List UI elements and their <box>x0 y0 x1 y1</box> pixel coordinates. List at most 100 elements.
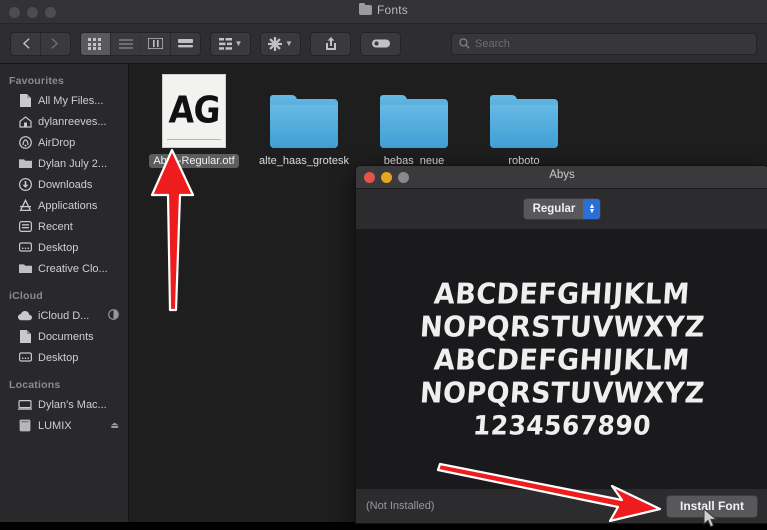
font-preview-toolbar: Regular ▲ ▼ <box>356 189 767 230</box>
sidebar-item-label: Recent <box>38 220 73 233</box>
mouse-pointer-cursor <box>703 508 718 528</box>
list-view-button[interactable] <box>111 32 141 55</box>
font-preview-titlebar: Abys <box>356 166 767 189</box>
sidebar-item-label: Downloads <box>38 178 93 191</box>
sidebar-item-label: AirDrop <box>38 136 76 149</box>
back-button[interactable] <box>11 32 41 55</box>
tag-button[interactable] <box>360 31 401 56</box>
font-style-value: Regular <box>532 203 576 215</box>
font-thumb-text: AG <box>167 87 221 131</box>
specimen-line: NOPQRSTUVWXYZ <box>418 310 706 344</box>
progress-icon <box>108 309 119 322</box>
desktop-icon <box>18 351 32 365</box>
finder-window-title: Fonts <box>0 2 767 17</box>
file-icon-wrap <box>490 76 558 148</box>
sidebar-item-creative-cloud[interactable]: Creative Clo... <box>0 258 128 279</box>
file-grid: AG Abys-Regular.otf alte_haas_grotesk be… <box>139 74 767 168</box>
sidebar-item-dylan-july[interactable]: Dylan July 2... <box>0 153 128 174</box>
sidebar-item-lumix[interactable]: LUMIX ⏏ <box>0 415 128 436</box>
font-file-icon: AG <box>162 74 226 148</box>
computer-icon <box>18 398 32 412</box>
finder-toolbar: ▼ ▼ Search <box>0 24 767 64</box>
navigation-buttons <box>10 31 71 56</box>
sidebar-item-applications[interactable]: Applications <box>0 195 128 216</box>
search-placeholder: Search <box>475 37 510 50</box>
folder-icon <box>490 95 558 148</box>
folder-icon <box>18 157 32 171</box>
finder-title-text: Fonts <box>376 3 408 17</box>
sidebar-item-label: LUMIX <box>38 419 72 432</box>
specimen-line: NOPQRSTUVWXYZ <box>418 376 706 410</box>
sidebar-item-dylans-mac[interactable]: Dylan's Mac... <box>0 394 128 415</box>
finder-sidebar: Favourites All My Files... dylanreeves..… <box>0 64 129 522</box>
install-status-text: (Not Installed) <box>366 500 435 512</box>
desktop-icon <box>18 241 32 255</box>
font-preview-title: Abys <box>549 169 575 181</box>
icloud-icon <box>18 309 32 323</box>
file-name-label[interactable]: Abys-Regular.otf <box>149 154 239 168</box>
sidebar-item-desktop[interactable]: Desktop <box>0 237 128 258</box>
action-menu-button[interactable]: ▼ <box>260 31 301 56</box>
sidebar-section-icloud-header: iCloud <box>9 290 43 302</box>
file-item-bebas-neue[interactable]: bebas_neue <box>359 76 469 168</box>
coverflow-view-button[interactable] <box>171 33 200 55</box>
document-icon <box>18 94 32 108</box>
sidebar-item-icloud-drive[interactable]: iCloud D... <box>0 305 128 326</box>
font-specimen: ABCDEFGHIJKLM NOPQRSTUVWXYZ ABCDEFGHIJKL… <box>356 230 767 488</box>
search-icon <box>459 38 470 49</box>
font-preview-window: Abys Regular ▲ ▼ ABCDEFGHIJKLM NOPQRSTUVW… <box>355 165 767 524</box>
folder-icon <box>270 95 338 148</box>
sidebar-item-all-my-files[interactable]: All My Files... <box>0 90 128 111</box>
downloads-icon <box>18 178 32 192</box>
home-icon <box>18 115 32 129</box>
up-down-chevron-icon[interactable]: ▲ ▼ <box>583 199 601 219</box>
documents-icon <box>18 330 32 344</box>
sidebar-item-label: Documents <box>38 330 94 343</box>
file-icon-wrap <box>270 76 338 148</box>
recent-icon <box>18 220 32 234</box>
sidebar-item-label: Desktop <box>38 241 79 254</box>
sidebar-section-locations-header: Locations <box>9 379 61 391</box>
view-mode-buttons <box>80 31 201 56</box>
eject-icon[interactable]: ⏏ <box>110 420 119 431</box>
sidebar-item-home[interactable]: dylanreeves... <box>0 111 128 132</box>
specimen-line: ABCDEFGHIJKLM <box>433 277 691 311</box>
drive-icon <box>18 419 32 433</box>
chevron-down-icon: ▼ <box>285 38 293 48</box>
sidebar-item-downloads[interactable]: Downloads <box>0 174 128 195</box>
icon-view-button[interactable] <box>81 32 111 55</box>
sidebar-item-label: Creative Clo... <box>38 262 108 275</box>
file-item-roboto[interactable]: roboto <box>469 76 579 168</box>
font-style-dropdown[interactable]: Regular ▲ ▼ <box>522 198 602 220</box>
finder-titlebar: Fonts <box>0 0 767 24</box>
file-item-abys-regular[interactable]: AG Abys-Regular.otf <box>139 74 249 168</box>
folder-icon <box>380 95 448 148</box>
specimen-line-numbers: 1234567890 <box>471 409 653 441</box>
specimen-line: ABCDEFGHIJKLM <box>433 343 691 377</box>
sidebar-item-label: Desktop <box>38 351 79 364</box>
file-icon-wrap: AG <box>162 74 226 148</box>
share-button[interactable] <box>310 31 351 56</box>
forward-button[interactable] <box>41 33 70 55</box>
arrange-by-button[interactable]: ▼ <box>210 31 251 56</box>
search-input[interactable]: Search <box>451 32 757 55</box>
sidebar-item-label: All My Files... <box>38 94 104 107</box>
sidebar-item-label: iCloud D... <box>38 309 90 322</box>
sidebar-item-recent[interactable]: Recent <box>0 216 128 237</box>
folder-icon <box>358 2 372 15</box>
sidebar-item-label: Dylan July 2... <box>38 157 108 170</box>
folder-icon <box>18 262 32 276</box>
file-icon-wrap <box>380 76 448 148</box>
file-item-alte-haas-grotesk[interactable]: alte_haas_grotesk <box>249 76 359 168</box>
chevron-down-icon: ▼ <box>234 38 243 48</box>
sidebar-item-label: dylanreeves... <box>38 115 107 128</box>
sidebar-item-label: Applications <box>38 199 98 212</box>
sidebar-item-desktop-icloud[interactable]: Desktop <box>0 347 128 368</box>
sidebar-item-airdrop[interactable]: AirDrop <box>0 132 128 153</box>
file-name-label[interactable]: alte_haas_grotesk <box>255 154 353 168</box>
applications-icon <box>18 199 32 213</box>
column-view-button[interactable] <box>141 32 171 55</box>
sidebar-section-favourites-header: Favourites <box>9 75 65 87</box>
airdrop-icon <box>18 136 32 150</box>
sidebar-item-documents[interactable]: Documents <box>0 326 128 347</box>
